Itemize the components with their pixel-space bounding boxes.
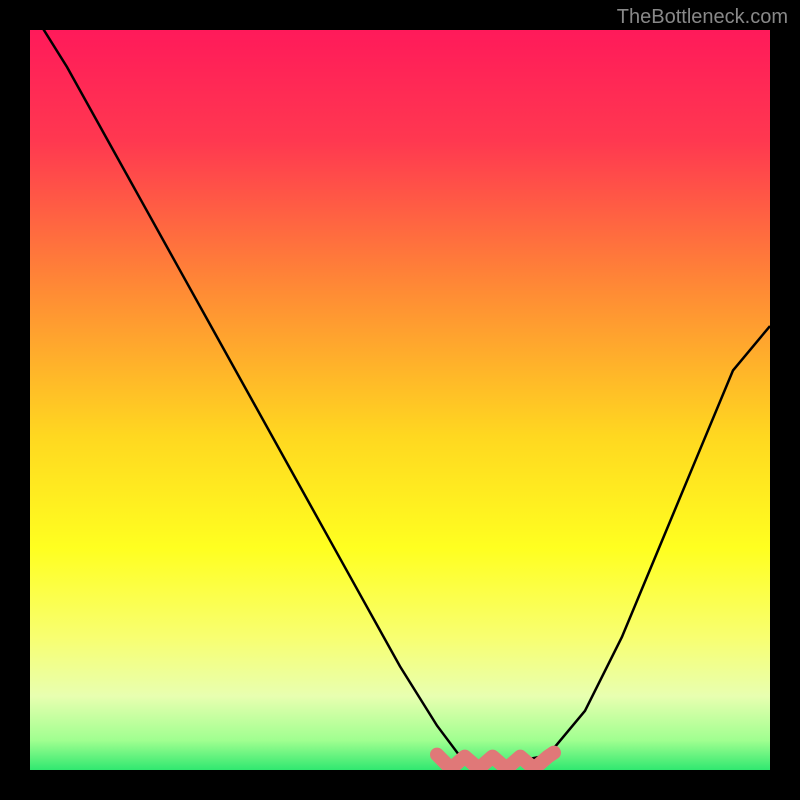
chart-gradient-bg bbox=[30, 30, 770, 770]
chart-container bbox=[0, 0, 800, 800]
chart-svg bbox=[0, 0, 800, 800]
attribution-text: TheBottleneck.com bbox=[617, 6, 788, 29]
